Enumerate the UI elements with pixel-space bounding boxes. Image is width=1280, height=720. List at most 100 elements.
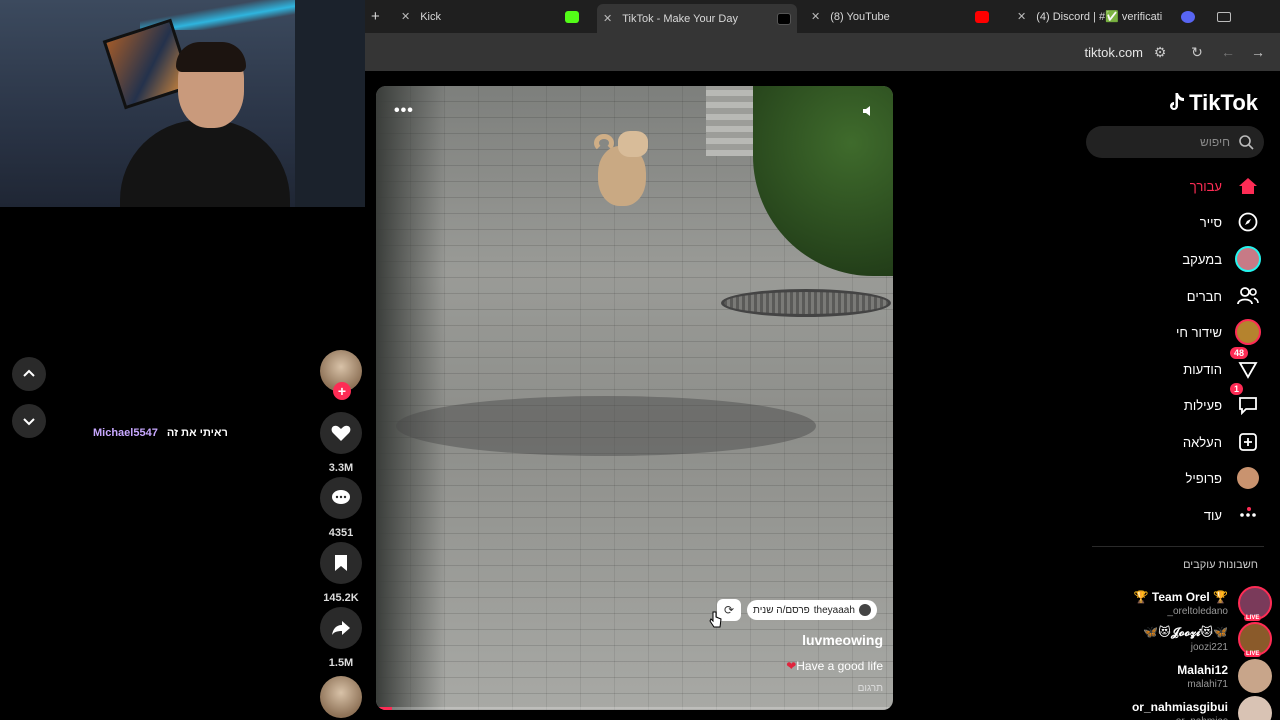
live-badge: LIVE <box>1244 615 1262 621</box>
url-text[interactable]: tiktok.com <box>1084 45 1143 60</box>
activity-badge: 1 <box>1230 383 1244 395</box>
next-creator-avatar[interactable] <box>320 676 362 718</box>
tiktok-logo[interactable]: TikTok <box>1166 90 1258 116</box>
sidebar-item-activity[interactable]: פעילות 1 <box>1183 383 1262 419</box>
close-tab-icon[interactable]: ✕ <box>811 10 820 23</box>
tiktok-favicon-icon <box>777 12 791 25</box>
logo-text: TikTok <box>1189 90 1258 115</box>
tab-title: TikTok - Make Your Day <box>622 12 738 25</box>
comment-button[interactable] <box>320 477 362 519</box>
window-icon <box>1217 11 1231 22</box>
like-button[interactable] <box>320 412 362 454</box>
tab-kick[interactable]: ✕ Kick <box>395 4 585 29</box>
live-icon <box>1234 318 1262 346</box>
search-box[interactable]: חיפוש <box>1086 126 1264 158</box>
repost-user-avatar <box>858 604 871 616</box>
streamer-hair <box>176 42 246 72</box>
video-manhole <box>721 289 891 317</box>
browser-tab-bar: + ✕ Kick ✕ TikTok - Make Your Day ✕ (8) … <box>365 0 1280 33</box>
search-input[interactable]: חיפוש <box>1200 135 1230 149</box>
sidebar-item-explore[interactable]: סייר <box>1200 208 1262 236</box>
compass-icon <box>1234 208 1262 236</box>
tab-discord[interactable]: ✕ (4) Discord | #✅ verificati <box>1011 4 1201 29</box>
sidebar-item-more[interactable]: עוד <box>1204 501 1262 529</box>
tiktok-note-icon <box>1170 93 1185 110</box>
close-tab-icon[interactable]: ✕ <box>401 10 410 23</box>
following-account[interactable]: or_nahmiasgibui or_nahmias <box>1132 696 1272 720</box>
reload-icon[interactable]: ↻ <box>1189 44 1205 60</box>
extension-icon <box>1181 10 1195 23</box>
previous-video-button[interactable] <box>12 357 46 391</box>
back-icon[interactable]: ← <box>1220 44 1236 60</box>
streamer-body <box>120 120 290 207</box>
sidebar-item-profile[interactable]: פרופיל <box>1186 464 1262 492</box>
home-icon <box>1234 172 1262 200</box>
share-button[interactable] <box>320 607 362 649</box>
close-tab-icon[interactable]: ✕ <box>603 12 612 25</box>
address-bar[interactable]: tiktok.com ⚙ ↻ ← → <box>365 33 1280 71</box>
chat-text: ראיתי את זה <box>166 427 228 439</box>
save-count: 145.2K <box>323 592 359 604</box>
video-player[interactable]: ••• ⟳ theyaaah פרסם/ה שנית luvmeowing ❤H… <box>376 86 893 710</box>
youtube-favicon-icon <box>975 10 989 23</box>
sidebar-item-upload[interactable]: העלאה <box>1183 428 1262 456</box>
account-name: 🦋😻𝓙𝓸𝓸𝔃𝓲😻🦋 <box>1143 625 1228 639</box>
account-handle: malahi71 <box>1187 678 1228 690</box>
inbox-badge: 48 <box>1230 347 1249 359</box>
account-name: or_nahmiasgibui <box>1131 699 1228 714</box>
following-account[interactable]: Malahi12 malahi71 <box>1177 659 1272 693</box>
more-options-icon[interactable]: ••• <box>394 102 414 120</box>
like-action[interactable]: 3.3M <box>320 412 362 474</box>
save-action[interactable]: 145.2K <box>320 542 362 604</box>
repost-pill: theyaaah פרסם/ה שנית <box>747 600 877 620</box>
stream-chat-message: Michael5547 ראיתי את זה <box>93 427 228 439</box>
translate-link[interactable]: תרגום <box>858 683 883 694</box>
tab-tiktok[interactable]: ✕ TikTok - Make Your Day <box>597 4 797 33</box>
sidebar-item-label: סייר <box>1199 214 1222 230</box>
follow-button[interactable]: + <box>333 382 351 400</box>
profile-avatar-icon <box>1234 464 1262 492</box>
video-progress-bar[interactable] <box>376 707 893 710</box>
chat-username: Michael5547 <box>93 427 158 439</box>
tab-youtube[interactable]: ✕ (8) YouTube <box>805 4 995 29</box>
kick-favicon-icon <box>565 10 579 23</box>
volume-icon[interactable] <box>861 104 875 118</box>
sidebar-item-label: עוד <box>1203 507 1222 523</box>
friends-icon <box>1234 282 1262 310</box>
next-video-button[interactable] <box>12 404 46 438</box>
new-tab-button[interactable]: + <box>365 4 386 29</box>
following-account[interactable]: 🦋😻𝓙𝓸𝓸𝔃𝓲😻🦋 joozi221 LIVE <box>1143 622 1272 657</box>
save-button[interactable] <box>320 542 362 584</box>
browser-window-button[interactable] <box>1211 4 1251 29</box>
forward-icon[interactable]: → <box>1250 44 1266 60</box>
sidebar-item-friends[interactable]: חברים <box>1187 282 1262 310</box>
share-action[interactable]: 1.5M <box>320 607 362 669</box>
inbox-icon: 48 <box>1230 347 1262 383</box>
sidebar-item-label: פעילות <box>1183 397 1222 413</box>
account-avatar: LIVE <box>1238 622 1272 657</box>
comment-icon <box>332 490 350 504</box>
share-count: 1.5M <box>328 657 354 669</box>
video-author[interactable]: luvmeowing <box>802 632 883 648</box>
caption-text: Have a good life <box>796 659 883 673</box>
comment-count: 4351 <box>328 527 354 539</box>
sidebar-item-for-you[interactable]: עבורך <box>1190 172 1262 200</box>
activity-icon: 1 <box>1230 383 1262 419</box>
webcam-overlay <box>0 0 365 207</box>
repost-indicator[interactable]: ⟳ theyaaah פרסם/ה שנית <box>717 599 877 621</box>
following-account[interactable]: 🏆 Team Orel 🏆 _oreltoledano LIVE <box>1134 586 1272 621</box>
plus-icon: + <box>371 8 380 25</box>
chevron-up-icon <box>23 369 35 377</box>
account-avatar <box>1238 696 1272 720</box>
close-tab-icon[interactable]: ✕ <box>1017 10 1026 23</box>
sidebar-item-live[interactable]: שידור חי <box>1176 318 1262 346</box>
site-settings-icon[interactable]: ⚙ <box>1152 44 1168 60</box>
screen: Michael5547 ראיתי את זה + ✕ Kick ✕ TikTo… <box>0 0 1280 720</box>
account-name: Malahi12 <box>1177 662 1228 677</box>
comment-action[interactable]: 4351 <box>320 477 362 539</box>
video-progress-fill <box>376 707 392 710</box>
sidebar-item-following[interactable]: במעקב <box>1182 245 1262 273</box>
sidebar-item-label: חברים <box>1186 288 1222 304</box>
search-icon[interactable] <box>1238 134 1254 150</box>
sidebar-item-inbox[interactable]: הודעות 48 <box>1183 347 1262 383</box>
